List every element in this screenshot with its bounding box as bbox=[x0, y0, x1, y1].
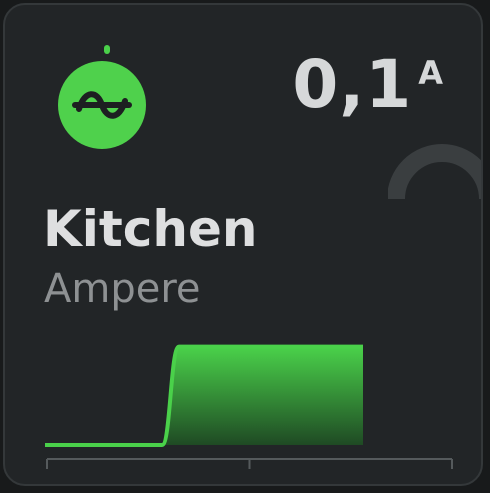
sensor-card[interactable]: 0,1 A Kitchen Ampere bbox=[3, 3, 483, 486]
card-title: Kitchen bbox=[43, 200, 258, 258]
card-subtitle: Ampere bbox=[44, 266, 201, 312]
status-dot bbox=[104, 45, 110, 54]
value-unit: A bbox=[418, 54, 443, 92]
sine-wave-icon[interactable] bbox=[57, 60, 147, 150]
history-chart[interactable] bbox=[41, 317, 456, 473]
current-value: 0,1 bbox=[292, 46, 413, 123]
value-display: 0,1 A bbox=[292, 47, 443, 123]
gauge-icon bbox=[387, 143, 481, 203]
series-area bbox=[45, 346, 363, 445]
